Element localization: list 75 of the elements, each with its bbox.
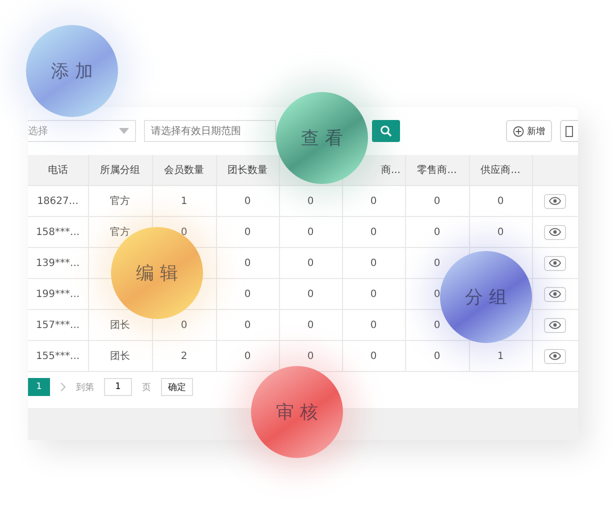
table-cell: 0 [370, 320, 377, 330]
table-cell: 139***... [36, 258, 80, 268]
date-range-field[interactable]: 请选择有效日期范围 [144, 120, 276, 142]
table-cell: 0 [307, 226, 314, 238]
column-header: 会员数量 [164, 165, 204, 176]
table-cell: 0 [307, 288, 314, 300]
page-button[interactable]: 1 [28, 378, 50, 396]
table-cell: 0 [307, 196, 314, 206]
table-cell: 0 [307, 350, 314, 362]
column-header: 商... [380, 165, 400, 176]
eye-icon [549, 228, 562, 236]
eye-icon [549, 321, 562, 329]
view-button[interactable] [544, 256, 566, 270]
page-input[interactable]: 1 [104, 378, 132, 396]
caret-icon [119, 128, 129, 134]
table-cell: 0 [244, 320, 251, 330]
eye-icon [549, 259, 562, 267]
table-cell: 0 [497, 226, 504, 238]
view-button[interactable] [544, 194, 566, 208]
table-cell: 1 [180, 196, 188, 206]
table-cell: 155***... [36, 350, 80, 362]
table-cell: 0 [497, 196, 504, 206]
eye-icon [549, 352, 562, 360]
table-cell: 18627... [37, 196, 78, 206]
table-cell: 0 [307, 320, 314, 330]
select-field[interactable]: 选择 [28, 120, 136, 142]
table-cell: 官方 [110, 227, 130, 238]
table-cell: 0 [244, 350, 251, 362]
view-button[interactable] [544, 224, 566, 240]
column-header: 零售商... [417, 165, 457, 176]
table-cell: 1 [497, 350, 504, 362]
add-button[interactable]: 新增 [506, 120, 552, 142]
table-cell: 0 [370, 288, 377, 300]
table-cell: 0 [434, 288, 440, 300]
table-cell: 0 [370, 350, 377, 362]
eye-icon [549, 197, 562, 205]
table-cell: 0 [370, 226, 377, 238]
view-button[interactable] [544, 286, 566, 302]
toolbar-button[interactable] [560, 120, 578, 142]
table-cell: 0 [434, 350, 440, 362]
column-header: 供应商... [480, 165, 520, 176]
eye-icon [549, 290, 562, 298]
table-cell: 0 [434, 196, 440, 206]
table-cell: 团长 [110, 351, 130, 362]
table-cell: 0 [180, 320, 188, 330]
table-cell: 0 [434, 226, 440, 238]
table-cell: 0 [370, 196, 377, 206]
view-button[interactable] [544, 348, 566, 364]
table-cell: 0 [244, 226, 251, 238]
table-cell: 0 [434, 258, 440, 268]
bubble-button[interactable]: 添加 [26, 25, 118, 117]
table-cell: 0 [244, 258, 251, 268]
table-cell: 0 [180, 226, 188, 238]
table-cell: 0 [244, 196, 251, 206]
search-icon [380, 125, 392, 137]
table-cell: 0 [434, 320, 440, 330]
view-button[interactable] [544, 318, 566, 332]
table-cell: 158***... [36, 226, 80, 238]
table-cell: 官方 [110, 196, 130, 207]
square-icon [565, 126, 573, 136]
table-cell: 2 [180, 350, 188, 362]
confirm-button[interactable]: 确定 [161, 378, 193, 396]
table-cell: 157***... [36, 320, 80, 330]
column-header: 电话 [48, 165, 68, 176]
plus-circle-icon [513, 126, 524, 136]
table-cell: 0 [307, 258, 314, 268]
goto-label: 到第 [76, 382, 94, 394]
search-button[interactable] [372, 120, 400, 142]
table-cell: 0 [370, 258, 377, 268]
page-unit: 页 [142, 382, 151, 394]
column-header: 所属分组 [100, 165, 140, 176]
table-cell: 0 [244, 288, 251, 300]
table-cell: 团长 [110, 320, 130, 331]
column-header: 团长数量 [228, 165, 268, 176]
table-cell: 199***... [36, 288, 80, 300]
